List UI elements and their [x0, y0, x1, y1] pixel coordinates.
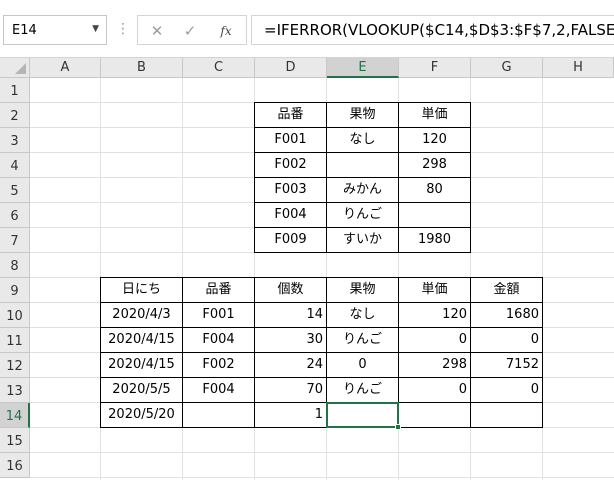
- master-table-cell[interactable]: [326, 152, 399, 178]
- sales-table-cell[interactable]: 2020/4/15: [100, 327, 183, 353]
- sales-table-cell[interactable]: 1: [254, 402, 327, 428]
- column-header-a[interactable]: A: [30, 58, 101, 78]
- row-header-11[interactable]: 11: [0, 328, 30, 353]
- formula-bar-area: E14 ▼ ⋮ ✕ ✓ fx =IFERROR(VLOOKUP($C14,$D$…: [0, 0, 614, 58]
- close-icon[interactable]: ✕: [145, 21, 169, 41]
- sales-table-cell[interactable]: 0: [398, 377, 471, 403]
- row-header-9[interactable]: 9: [0, 278, 30, 303]
- sales-header-cell[interactable]: 金額: [470, 277, 543, 303]
- master-table-cell[interactable]: 120: [398, 127, 471, 153]
- sales-table-cell[interactable]: 1680: [470, 302, 543, 328]
- master-table-cell[interactable]: [398, 202, 471, 228]
- sales-table-cell[interactable]: りんご: [326, 377, 399, 403]
- master-table-cell[interactable]: F009: [254, 227, 327, 253]
- sales-header-cell[interactable]: 個数: [254, 277, 327, 303]
- master-table-cell[interactable]: なし: [326, 127, 399, 153]
- sales-table-cell[interactable]: 0: [398, 327, 471, 353]
- column-header-c[interactable]: C: [183, 58, 255, 78]
- gridline: [30, 452, 614, 453]
- master-table-cell[interactable]: みかん: [326, 177, 399, 203]
- sales-table-cell[interactable]: 30: [254, 327, 327, 353]
- master-header-cell[interactable]: 単価: [398, 102, 471, 128]
- sales-table-cell[interactable]: [470, 402, 543, 428]
- column-header-e[interactable]: E: [327, 58, 399, 78]
- sales-table-cell[interactable]: 2020/4/15: [100, 352, 183, 378]
- master-header-cell[interactable]: 品番: [254, 102, 327, 128]
- master-table-cell[interactable]: F001: [254, 127, 327, 153]
- column-header-h[interactable]: H: [543, 58, 614, 78]
- master-table-cell[interactable]: F002: [254, 152, 327, 178]
- name-box-value: E14: [12, 23, 37, 38]
- formula-buttons: ✕ ✓ fx: [137, 15, 247, 45]
- row-header-12[interactable]: 12: [0, 353, 30, 378]
- master-table-cell[interactable]: 298: [398, 152, 471, 178]
- row-header-5[interactable]: 5: [0, 178, 30, 203]
- column-header-b[interactable]: B: [101, 58, 183, 78]
- chevron-down-icon[interactable]: ▼: [92, 24, 99, 34]
- row-header-4[interactable]: 4: [0, 153, 30, 178]
- select-all-icon: [15, 63, 26, 74]
- master-table-cell[interactable]: 80: [398, 177, 471, 203]
- gridline: [30, 477, 614, 478]
- master-table-cell[interactable]: 1980: [398, 227, 471, 253]
- formula-input[interactable]: =IFERROR(VLOOKUP($C14,$D$3:$F$7,2,FALSE)…: [251, 15, 614, 45]
- sales-table-cell[interactable]: 0: [326, 352, 399, 378]
- sales-table-cell[interactable]: 24: [254, 352, 327, 378]
- sales-header-cell[interactable]: 果物: [326, 277, 399, 303]
- sales-table-cell[interactable]: 0: [470, 327, 543, 353]
- insert-function-icon[interactable]: fx: [214, 21, 238, 41]
- select-all-button[interactable]: [0, 58, 30, 78]
- column-header-f[interactable]: F: [399, 58, 471, 78]
- sales-header-cell[interactable]: 日にち: [100, 277, 183, 303]
- master-table-cell[interactable]: F004: [254, 202, 327, 228]
- row-header-14[interactable]: 14: [0, 403, 30, 428]
- row-header-6[interactable]: 6: [0, 203, 30, 228]
- fill-handle[interactable]: [395, 424, 401, 430]
- sales-table-cell[interactable]: 2020/5/20: [100, 402, 183, 428]
- sales-table-cell[interactable]: F004: [182, 377, 255, 403]
- row-header-7[interactable]: 7: [0, 228, 30, 253]
- column-header-d[interactable]: D: [255, 58, 327, 78]
- sales-table-cell[interactable]: [182, 402, 255, 428]
- master-header-cell[interactable]: 果物: [326, 102, 399, 128]
- sales-table-cell[interactable]: なし: [326, 302, 399, 328]
- row-header-2[interactable]: 2: [0, 103, 30, 128]
- sales-table-cell[interactable]: 298: [398, 352, 471, 378]
- sales-table-cell[interactable]: りんご: [326, 327, 399, 353]
- sales-table-cell[interactable]: 120: [398, 302, 471, 328]
- master-table-cell[interactable]: りんご: [326, 202, 399, 228]
- sales-table-cell[interactable]: [398, 402, 471, 428]
- sales-table-cell[interactable]: 7152: [470, 352, 543, 378]
- sales-table-cell[interactable]: F001: [182, 302, 255, 328]
- spreadsheet-grid[interactable]: A B C D E F G H 1 2 3 4 5 6 7 8 9 10 11 12 13 14 15 16 品番 果物 単価 F00…: [0, 58, 614, 480]
- column-header-g[interactable]: G: [471, 58, 543, 78]
- sales-table-cell[interactable]: 2020/4/3: [100, 302, 183, 328]
- formula-text: =IFERROR(VLOOKUP($C14,$D$3:$F$7,2,FALSE)…: [264, 21, 614, 39]
- check-icon[interactable]: ✓: [178, 21, 202, 41]
- more-options-icon[interactable]: ⋮: [116, 16, 130, 42]
- sales-table-cell[interactable]: 2020/5/5: [100, 377, 183, 403]
- row-header-10[interactable]: 10: [0, 303, 30, 328]
- row-header-13[interactable]: 13: [0, 378, 30, 403]
- sales-table-cell[interactable]: F002: [182, 352, 255, 378]
- sales-header-cell[interactable]: 品番: [182, 277, 255, 303]
- row-header-15[interactable]: 15: [0, 428, 30, 453]
- row-header-1[interactable]: 1: [0, 78, 30, 103]
- sales-table-cell[interactable]: 14: [254, 302, 327, 328]
- sales-table-cell[interactable]: F004: [182, 327, 255, 353]
- row-header-16[interactable]: 16: [0, 453, 30, 478]
- row-header-3[interactable]: 3: [0, 128, 30, 153]
- master-table-cell[interactable]: すいか: [326, 227, 399, 253]
- sales-table-cell[interactable]: 70: [254, 377, 327, 403]
- master-table-cell[interactable]: F003: [254, 177, 327, 203]
- sales-table-cell[interactable]: 0: [470, 377, 543, 403]
- sales-header-cell[interactable]: 単価: [398, 277, 471, 303]
- active-cell-selection[interactable]: [326, 402, 399, 428]
- row-header-8[interactable]: 8: [0, 253, 30, 278]
- name-box[interactable]: E14 ▼: [3, 15, 107, 45]
